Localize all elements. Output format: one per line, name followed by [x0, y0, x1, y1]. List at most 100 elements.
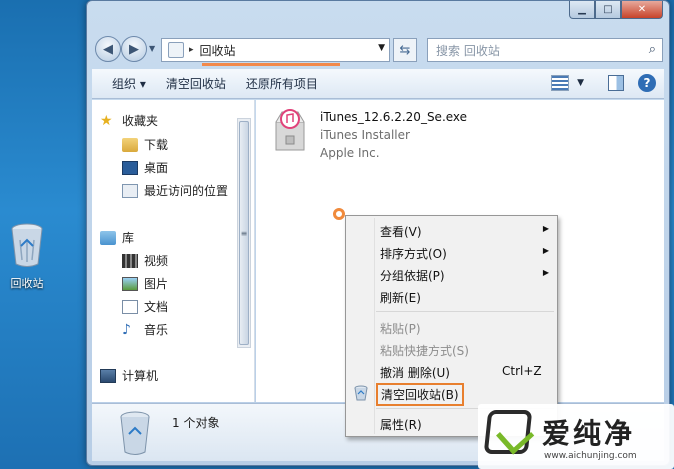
help-icon[interactable]: ?: [638, 74, 656, 92]
arrow-right-icon: ▶: [129, 41, 139, 57]
file-company: Apple Inc.: [320, 146, 380, 160]
sidebar-item-libraries[interactable]: 库: [100, 229, 134, 246]
menu-item-view[interactable]: 查看(V) ▶: [348, 220, 555, 240]
navigation-pane: ★ 收藏夹 下载 桌面 最近访问的位置 库 视频 图片 文档 ♪ 音乐 计算机 …: [92, 100, 255, 402]
recycle-bin-icon: [168, 42, 184, 58]
refresh-icon: ⇆: [399, 42, 411, 58]
sidebar-item-videos[interactable]: 视频: [122, 252, 168, 269]
submenu-arrow-icon: ▶: [542, 268, 549, 277]
address-bar[interactable]: ▸ 回收站 ▼: [161, 38, 390, 66]
address-row: ◀ ▶ ▼ ▸ 回收站 ▼ ⇆ 搜索 回收站 ⌕: [93, 35, 663, 66]
recent-places-icon: [122, 183, 138, 198]
file-name: iTunes_12.6.2.20_Se.exe: [320, 110, 468, 124]
menu-item-label: 刷新(E): [380, 291, 421, 305]
sidebar-item-label: 最近访问的位置: [144, 184, 229, 198]
menu-item-paste[interactable]: 粘贴(P): [348, 317, 555, 337]
desktop-icon: [122, 160, 138, 175]
sidebar-item-downloads[interactable]: 下载: [122, 136, 168, 153]
sidebar-item-computer[interactable]: 计算机: [100, 367, 158, 384]
forward-button[interactable]: ▶: [121, 36, 147, 62]
sidebar-item-label: 文档: [144, 300, 169, 314]
sidebar-item-label: 视频: [144, 254, 169, 268]
menu-item-group[interactable]: 分组依据(P) ▶: [348, 264, 555, 284]
picture-icon: [122, 276, 138, 291]
command-bar: 组织 ▾ 清空回收站 还原所有项目 ▼ ?: [92, 69, 664, 99]
maximize-button[interactable]: □: [595, 1, 621, 19]
sidebar-item-desktop[interactable]: 桌面: [122, 159, 168, 176]
submenu-arrow-icon: ▶: [542, 224, 549, 233]
computer-icon: [100, 368, 116, 383]
navpane-scrollbar[interactable]: ≡: [237, 118, 251, 348]
menu-item-shortcut: Ctrl+Z: [502, 364, 542, 378]
view-options-icon[interactable]: [551, 75, 570, 91]
video-icon: [122, 253, 138, 268]
search-icon[interactable]: ⌕: [649, 42, 656, 57]
file-meta: iTunes_12.6.2.20_Se.exe iTunes Installer…: [320, 108, 467, 162]
toolbar-right: ▼ ?: [551, 74, 656, 92]
menu-item-label: 粘贴(P): [380, 322, 421, 336]
menu-item-label: 属性(R): [380, 418, 422, 432]
caption-buttons: ▁ □ ✕: [569, 1, 663, 19]
watermark-logo: 爱纯净 www.aichunjing.com: [478, 404, 674, 469]
close-button[interactable]: ✕: [621, 1, 663, 19]
view-dropdown-icon[interactable]: ▼: [577, 78, 584, 88]
empty-recycle-bin-button[interactable]: 清空回收站: [166, 75, 226, 92]
menu-item-label: 排序方式(O): [380, 247, 447, 261]
menu-item-label: 粘贴快捷方式(S): [380, 344, 469, 358]
sidebar-item-label: 下载: [144, 138, 169, 152]
sidebar-item-label: 库: [122, 231, 135, 245]
menu-item-label: 撤消 删除(U): [380, 366, 450, 380]
refresh-button[interactable]: ⇆: [393, 38, 417, 62]
sidebar-item-label: 音乐: [144, 323, 169, 337]
sidebar-item-label: 图片: [144, 277, 169, 291]
menu-item-label: 查看(V): [380, 225, 422, 239]
document-icon: [122, 299, 138, 314]
item-count: 1 个对象: [172, 416, 220, 430]
desktop-recycle-bin-label: 回收站: [10, 277, 44, 290]
recent-pages-dropdown[interactable]: ▼: [149, 44, 155, 53]
watermark-url: www.aichunjing.com: [544, 451, 637, 461]
organize-button[interactable]: 组织 ▾: [112, 75, 146, 92]
library-icon: [100, 230, 116, 245]
menu-item-sort[interactable]: 排序方式(O) ▶: [348, 242, 555, 262]
restore-all-button[interactable]: 还原所有项目: [246, 75, 318, 92]
breadcrumb-separator[interactable]: ▸: [189, 45, 194, 55]
back-button[interactable]: ◀: [95, 36, 121, 62]
watermark-brand: 爱纯净: [542, 417, 636, 450]
sidebar-item-documents[interactable]: 文档: [122, 298, 168, 315]
search-input[interactable]: 搜索 回收站 ⌕: [427, 38, 663, 62]
sidebar-item-music[interactable]: ♪ 音乐: [122, 321, 168, 338]
cursor-click-marker: [333, 208, 345, 220]
music-icon: ♪: [122, 321, 131, 338]
submenu-arrow-icon: ▶: [542, 246, 549, 255]
download-folder-icon: [122, 137, 138, 152]
recycle-bin-icon: [11, 223, 43, 267]
address-dropdown-icon[interactable]: ▼: [378, 43, 385, 53]
menu-item-label: 分组依据(P): [380, 269, 445, 283]
recycle-bin-icon: [354, 385, 368, 401]
menu-item-empty-recycle-bin[interactable]: 清空回收站(B): [348, 383, 555, 406]
sidebar-item-recent[interactable]: 最近访问的位置: [122, 182, 228, 199]
desktop-recycle-bin[interactable]: 回收站: [2, 222, 52, 291]
menu-item-undo-delete[interactable]: 撤消 删除(U) Ctrl+Z: [348, 361, 555, 381]
sidebar-item-label: 计算机: [122, 369, 159, 383]
itunes-installer-icon: [275, 109, 305, 151]
preview-pane-icon[interactable]: [608, 75, 624, 91]
file-description: iTunes Installer: [320, 128, 410, 142]
menu-item-label: 清空回收站(B): [376, 383, 464, 406]
sidebar-item-label: 收藏夹: [122, 114, 159, 128]
scrollbar-thumb[interactable]: ≡: [239, 121, 249, 345]
logo-mark-icon: [483, 410, 533, 454]
breadcrumb-recycle-bin[interactable]: 回收站: [200, 42, 236, 59]
search-placeholder: 搜索 回收站: [436, 43, 500, 58]
menu-item-paste-shortcut[interactable]: 粘贴快捷方式(S): [348, 339, 555, 359]
menu-item-refresh[interactable]: 刷新(E): [348, 286, 555, 306]
recycle-bin-icon: [120, 411, 150, 455]
file-item[interactable]: iTunes_12.6.2.20_Se.exe iTunes Installer…: [272, 108, 467, 162]
sidebar-item-label: 桌面: [144, 161, 169, 175]
sidebar-item-pictures[interactable]: 图片: [122, 275, 168, 292]
minimize-button[interactable]: ▁: [569, 1, 595, 19]
star-icon: ★: [100, 112, 113, 129]
menu-separator: [376, 311, 554, 312]
sidebar-item-favorites[interactable]: ★ 收藏夹: [100, 112, 158, 129]
